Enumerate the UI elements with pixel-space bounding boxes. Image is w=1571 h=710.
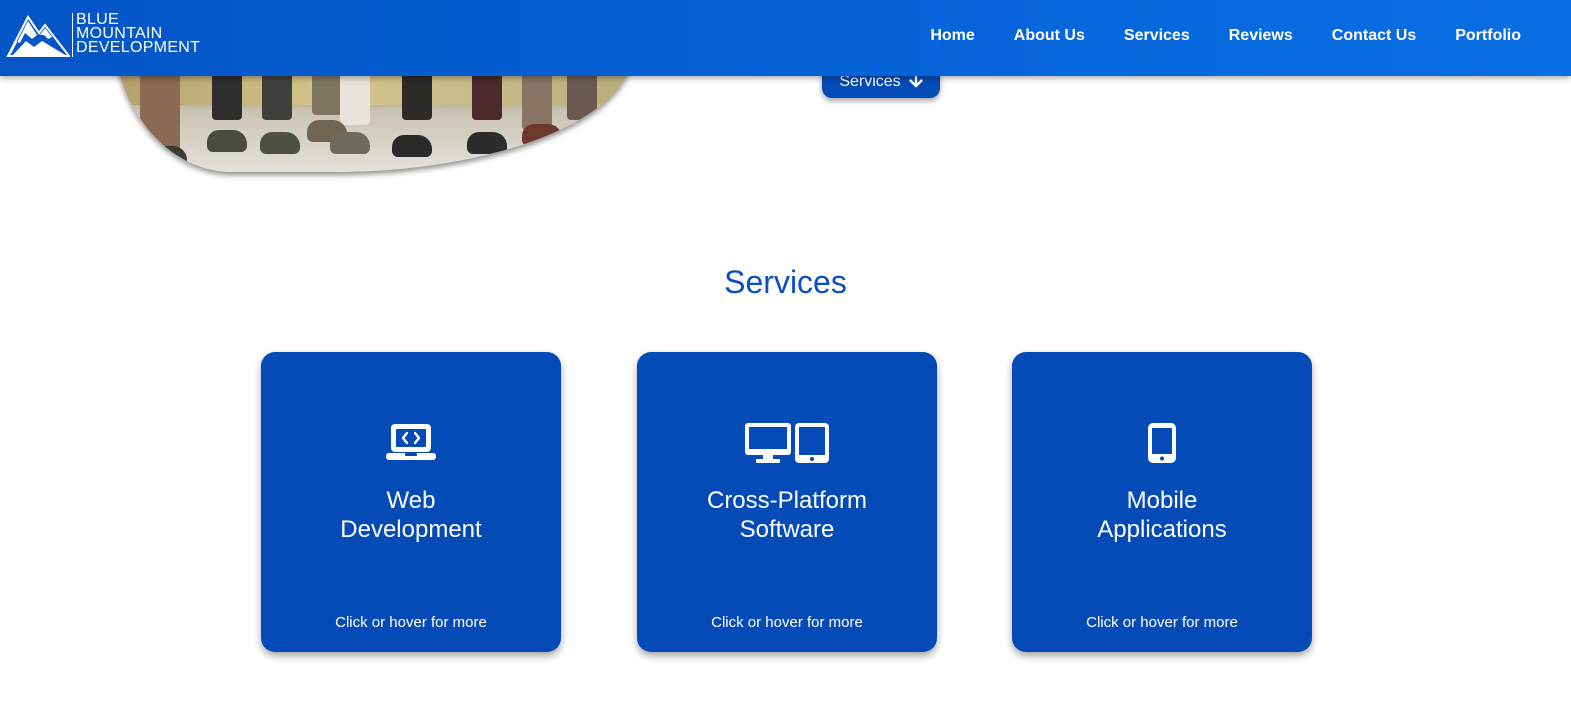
services-heading: Services	[724, 264, 847, 300]
mountain-logo-icon	[6, 13, 70, 57]
service-card-cta: Click or hover for more	[711, 614, 863, 631]
laptop-code-icon	[261, 422, 561, 466]
desktop-tablet-icon	[637, 422, 937, 466]
service-card-web-development[interactable]: Web Development Click or hover for more	[261, 352, 561, 652]
nav-reviews[interactable]: Reviews	[1229, 27, 1293, 45]
nav-home[interactable]: Home	[930, 27, 974, 45]
nav-about-us[interactable]: About Us	[1014, 27, 1085, 45]
nav-portfolio[interactable]: Portfolio	[1455, 27, 1521, 45]
brand-wordmark: BLUE MOUNTAIN DEVELOPMENT	[72, 12, 201, 57]
brand-logo[interactable]: BLUE MOUNTAIN DEVELOPMENT	[6, 12, 201, 57]
service-card-mobile-applications[interactable]: Mobile Applications Click or hover for m…	[1012, 352, 1312, 652]
top-navbar: BLUE MOUNTAIN DEVELOPMENT Home About Us …	[0, 0, 1571, 76]
service-card-cross-platform[interactable]: Cross-Platform Software Click or hover f…	[637, 352, 937, 652]
service-card-title: Cross-Platform Software	[706, 487, 868, 543]
brand-line-3: DEVELOPMENT	[76, 39, 201, 56]
service-card-cta: Click or hover for more	[1086, 614, 1238, 631]
service-card-cta: Click or hover for more	[335, 614, 487, 631]
nav-contact-us[interactable]: Contact Us	[1332, 27, 1416, 45]
mobile-phone-icon	[1012, 422, 1312, 466]
nav-services[interactable]: Services	[1124, 27, 1190, 45]
service-card-title: Mobile Applications	[1097, 487, 1227, 543]
service-card-title: Web Development	[340, 487, 482, 543]
main-nav: Home About Us Services Reviews Contact U…	[930, 0, 1521, 72]
